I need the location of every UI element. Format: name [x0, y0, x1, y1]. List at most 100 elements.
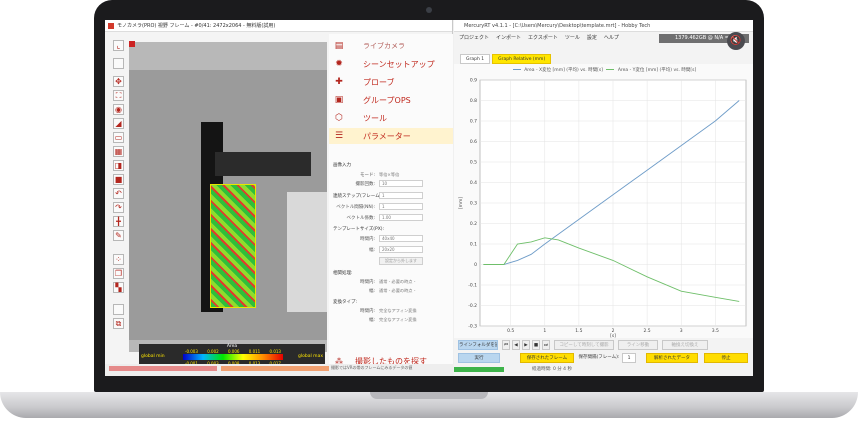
- chg-width-value[interactable]: 完全なアフィン変換: [379, 317, 417, 323]
- section-template: テンプレートサイズ(PX):: [333, 227, 385, 232]
- viewer-corner-marker: [129, 41, 135, 47]
- crosshair-icon[interactable]: ╋: [113, 216, 124, 227]
- copy-capture-button[interactable]: コピーして時刻して撮影: [554, 340, 614, 350]
- saved-frames-button[interactable]: 保存されたフレーム: [520, 353, 574, 363]
- play-icon[interactable]: ▶: [522, 340, 530, 350]
- next-frame-icon[interactable]: ⏭: [542, 340, 550, 350]
- line-move-button[interactable]: ライン移動: [618, 340, 658, 350]
- x-tick-label: 2.5: [644, 328, 651, 334]
- grip-block: [215, 152, 311, 176]
- side-panel: ▤ ライブカメラ ✹ シーンセットアップ ✚ プローブ ▣ グループOPS ⬡ …: [329, 34, 453, 366]
- legend-max-label: global max: [298, 354, 323, 359]
- count-input[interactable]: 10: [379, 180, 423, 187]
- section-change: 変換タイプ:: [333, 300, 358, 305]
- undo-icon[interactable]: ↶: [113, 188, 124, 199]
- template-width-input[interactable]: 20x20: [379, 246, 423, 253]
- record-folder-button[interactable]: ラインフォルダを読む: [458, 340, 498, 350]
- image-icon[interactable]: ▭: [113, 132, 124, 143]
- corr-time-value[interactable]: 通常 - 必要の時点 -: [379, 279, 415, 285]
- menu-label: プローブ: [363, 77, 395, 87]
- probe-icon: ✚: [335, 77, 343, 87]
- right-window-title: MercuryRT v4.1.1 - [C:\Users\Mercury\Des…: [454, 20, 753, 32]
- menu-help[interactable]: ヘルプ: [604, 33, 619, 44]
- corr-width-value[interactable]: 通常 - 必要の時点 -: [379, 288, 415, 294]
- vector-input[interactable]: 1.00: [379, 214, 423, 221]
- redo-icon[interactable]: ↷: [113, 202, 124, 213]
- menu-import[interactable]: インポート: [496, 33, 521, 44]
- cursor-icon[interactable]: ⌞: [113, 40, 124, 51]
- frame-label: ベクトル間隔(NN):: [336, 205, 375, 210]
- move-icon[interactable]: ✥: [113, 76, 124, 87]
- stop-button[interactable]: 停止: [704, 353, 748, 363]
- base-notch: [370, 392, 488, 399]
- camera-icon: ▤: [334, 41, 344, 51]
- tab-graph-relative[interactable]: Graph Relative (mm): [492, 54, 552, 64]
- apply-button[interactable]: 設定から外します: [379, 257, 423, 265]
- first-frame-icon[interactable]: ⏮: [502, 340, 510, 350]
- select-icon[interactable]: [113, 58, 124, 69]
- menu-label: パラメーター: [363, 131, 411, 141]
- y-tick-label: 0.3: [470, 201, 477, 207]
- step-input[interactable]: 1: [379, 192, 423, 199]
- zoom-fit-icon[interactable]: ⛶: [113, 90, 124, 101]
- menu-group-ops[interactable]: ▣ グループOPS: [329, 92, 453, 108]
- chg-time-value[interactable]: 完全なアフィン変換: [379, 308, 417, 314]
- target-icon[interactable]: ◉: [113, 104, 124, 115]
- x-tick-label: 1.5: [575, 328, 582, 334]
- corr-time-label: 時間内:: [359, 280, 375, 285]
- mute-icon[interactable]: 🔇: [727, 32, 745, 50]
- y-tick-label: 0.6: [470, 139, 477, 145]
- contrast-icon[interactable]: ◢: [113, 118, 124, 129]
- legend-entry: Area - X変位 [mm] (平均) vs. 時間[s]: [524, 68, 603, 73]
- tool-icon: ⬡: [335, 113, 343, 123]
- corr-width-label: 幅:: [368, 289, 375, 294]
- progress-indicator: [454, 367, 504, 372]
- menu-probe[interactable]: ✚ プローブ: [329, 74, 453, 90]
- analyzed-data-button[interactable]: 解析されたデータ: [646, 353, 698, 363]
- menu-project[interactable]: プロジェクト: [459, 33, 489, 44]
- left-status-bar: 撮影ではVRの帯のフレームにみるデータの値: [105, 364, 453, 376]
- mode-value[interactable]: 等倍×等倍: [379, 172, 399, 178]
- stop-icon[interactable]: ■: [532, 340, 540, 350]
- legend-swatch: [512, 69, 521, 70]
- vector-label: ベクトル係数:: [346, 216, 375, 221]
- axis-switch-button[interactable]: 軸換え切換え: [662, 340, 708, 350]
- prev-frame-icon[interactable]: ◀: [512, 340, 520, 350]
- chg-time-label: 時間内:: [359, 309, 375, 314]
- export-icon[interactable]: ⧉: [113, 318, 124, 329]
- y-tick-label: 0.9: [470, 78, 477, 84]
- run-button[interactable]: 実行: [458, 353, 500, 363]
- x-tick-label: 3: [680, 328, 683, 334]
- chart-icon[interactable]: ▚: [113, 282, 124, 293]
- menu-tools[interactable]: ⬡ ツール: [329, 110, 453, 126]
- save-interval-input[interactable]: 1: [622, 353, 636, 363]
- split-icon[interactable]: ◨: [113, 160, 124, 171]
- color-legend: Area -0.003 0.002 0.006 0.011 0.013 glob…: [139, 344, 325, 366]
- probe-tool-icon[interactable]: ✎: [113, 230, 124, 241]
- app-logo-icon: [108, 23, 114, 29]
- screen: モノカメラ(PRO) 視野 フレーム - #0/41: 2472x2064 - …: [105, 20, 753, 376]
- menu-tool[interactable]: ツール: [565, 33, 580, 44]
- dots-icon[interactable]: ⁘: [113, 254, 124, 265]
- blank-tool-icon[interactable]: [113, 304, 124, 315]
- displacement-chart[interactable]: 0.5 1 1.5 2 2.5 3 3.5-0.3-0.2-0.100.10.20.30.4…: [454, 64, 753, 339]
- layers-icon[interactable]: ❐: [113, 268, 124, 279]
- menu-export[interactable]: エクスポート: [528, 33, 558, 44]
- menu-scene-setup[interactable]: ✹ シーンセットアップ: [329, 56, 453, 72]
- template-time-input[interactable]: 40x40: [379, 235, 423, 242]
- menu-parameters[interactable]: ☰ パラメーター: [329, 128, 453, 144]
- playback-controls: ラインフォルダを読む ⏮ ◀ ▶ ■ ⏭ コピーして時刻して撮影 ライン移動 軸…: [454, 340, 753, 352]
- menu-live-camera[interactable]: ▤ ライブカメラ: [329, 38, 453, 54]
- image-viewer[interactable]: Area -0.003 0.002 0.006 0.011 0.013 glob…: [129, 42, 327, 366]
- record-icon[interactable]: ■: [113, 174, 124, 185]
- strain-overlay[interactable]: [210, 184, 256, 308]
- tab-graph-1[interactable]: Graph 1: [460, 54, 491, 64]
- grid-icon[interactable]: ▦: [113, 146, 124, 157]
- menu-label: シーンセットアップ: [363, 59, 435, 69]
- graph-tabs: Graph 1 Graph Relative (mm): [454, 54, 552, 64]
- frame-input[interactable]: 1: [379, 203, 423, 210]
- x-tick-label: 3.5: [712, 328, 719, 334]
- menu-settings[interactable]: 設定: [587, 33, 597, 44]
- plot-legend: Area - X変位 [mm] (平均) vs. 時間[s] Area - Y変…: [454, 67, 753, 73]
- template-time-label: 時間内:: [359, 237, 375, 242]
